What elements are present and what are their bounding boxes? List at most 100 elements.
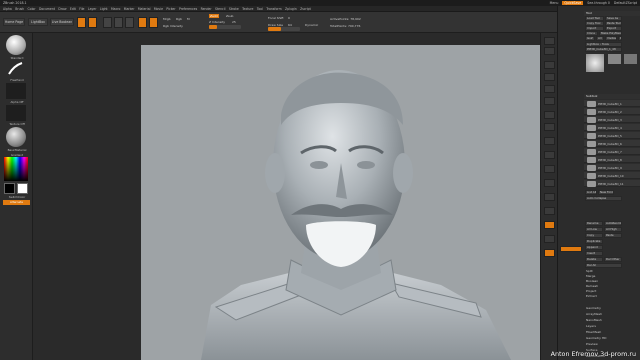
lightbox-tools-button[interactable]: Lightbox › Tools bbox=[585, 42, 622, 47]
tool-subpalette-geometry[interactable]: Geometry bbox=[584, 306, 640, 311]
insert-button[interactable]: Insert bbox=[585, 251, 603, 256]
material-icon[interactable] bbox=[6, 127, 26, 147]
tool-subpalette-arraymesh[interactable]: ArrayMesh bbox=[584, 312, 640, 317]
menu-render[interactable]: Render bbox=[201, 7, 212, 11]
frame-button[interactable] bbox=[544, 165, 555, 173]
menu-document[interactable]: Document bbox=[39, 7, 55, 11]
menu-marker[interactable]: Marker bbox=[124, 7, 135, 11]
home-page-button[interactable]: Home Page bbox=[3, 18, 25, 26]
autoreorder-button[interactable]: AutoReorder bbox=[604, 221, 622, 226]
tool-palette-title[interactable]: Tool bbox=[584, 11, 640, 16]
subtool-row[interactable]: PM3D_Cube3D_6 bbox=[584, 140, 640, 147]
quicksave-button[interactable]: QuickSave bbox=[562, 1, 584, 5]
move-mode-button[interactable] bbox=[103, 17, 112, 28]
subtool-row[interactable]: PM3D_Cube3D_2 bbox=[584, 108, 640, 115]
scale-mode-button[interactable] bbox=[114, 17, 123, 28]
subtool-row[interactable]: PM3D_Cube3D_1 bbox=[584, 100, 640, 107]
zoom-button[interactable] bbox=[544, 73, 555, 81]
load-tool-button[interactable]: Load Tool bbox=[585, 16, 604, 21]
main-color-swatch[interactable] bbox=[4, 183, 15, 194]
menu-preferences[interactable]: Preferences bbox=[179, 7, 197, 11]
menu-tool[interactable]: Tool bbox=[257, 7, 263, 11]
lightbox-button[interactable]: LightBox bbox=[28, 18, 48, 26]
document-canvas[interactable] bbox=[141, 45, 540, 360]
z-intensity-slider[interactable] bbox=[209, 25, 241, 29]
menu-light[interactable]: Light bbox=[100, 7, 108, 11]
subtool-row[interactable]: PM3D_Cube3D_7 bbox=[584, 148, 640, 155]
texture-off-icon[interactable] bbox=[6, 105, 26, 121]
goz-button[interactable]: GoZ bbox=[585, 36, 595, 41]
tool-thumbnail-cylinder[interactable] bbox=[624, 54, 637, 64]
all-high-button[interactable]: All High bbox=[604, 227, 622, 232]
tool-subpalette-nanomesh[interactable]: NanoMesh bbox=[584, 318, 640, 323]
menu-picker[interactable]: Picker bbox=[166, 7, 175, 11]
rotate-mode-button[interactable] bbox=[125, 17, 134, 28]
goz-r-button[interactable]: R bbox=[618, 36, 622, 41]
extract-menu[interactable]: Extract bbox=[584, 294, 640, 299]
append-button[interactable]: Append bbox=[585, 245, 603, 250]
del-other-button[interactable]: Del Other bbox=[604, 257, 622, 262]
layout-menu[interactable]: DefaultZScript bbox=[614, 1, 637, 5]
zsub-toggle[interactable]: Zsub bbox=[226, 14, 233, 18]
subtool-row[interactable]: PM3D_Cube3D_11 bbox=[584, 180, 640, 187]
menu-transform[interactable]: Transform bbox=[266, 7, 281, 11]
list-all-button[interactable]: List All bbox=[585, 190, 597, 195]
new-folder-button[interactable]: New Folder bbox=[598, 190, 614, 195]
subtool-row[interactable]: PM3D_Cube3D_4 bbox=[584, 124, 640, 131]
local-button[interactable] bbox=[544, 137, 555, 145]
aahalf-button[interactable] bbox=[544, 97, 555, 105]
menu-macro[interactable]: Macro bbox=[111, 7, 120, 11]
menu-layer[interactable]: Layer bbox=[88, 7, 97, 11]
rename-button[interactable]: Rename bbox=[585, 221, 603, 226]
floor-button[interactable] bbox=[544, 123, 555, 131]
clone-button[interactable]: Clone bbox=[585, 31, 598, 36]
menu-movie[interactable]: Movie bbox=[154, 7, 163, 11]
freehand-stroke-icon[interactable] bbox=[6, 61, 26, 77]
tool-thumbnail[interactable] bbox=[586, 54, 604, 72]
color-picker-icon[interactable] bbox=[4, 157, 28, 181]
copy-button[interactable]: Copy bbox=[585, 233, 603, 238]
secondary-color-swatch[interactable] bbox=[17, 183, 28, 194]
current-tool-name[interactable]: PM3D_Cube3D_1_48 bbox=[585, 47, 622, 52]
mrgb-toggle[interactable]: Mrgb bbox=[163, 17, 171, 21]
persp-button[interactable] bbox=[544, 111, 555, 119]
alternate-button[interactable]: Alternate bbox=[3, 200, 30, 205]
delete-button[interactable]: Delete bbox=[585, 257, 603, 262]
all-low-button[interactable]: All Low bbox=[585, 227, 603, 232]
polyf-button[interactable] bbox=[544, 221, 555, 229]
menu-zscript[interactable]: Zscript bbox=[300, 7, 311, 11]
sculpt-mode-icon[interactable] bbox=[149, 17, 158, 28]
solo-button[interactable] bbox=[544, 249, 555, 257]
brush-mode-icon[interactable] bbox=[138, 17, 147, 28]
tool-subpalette-geometry-hd[interactable]: Geometry HD bbox=[584, 336, 640, 341]
copy-tool-button[interactable]: Copy Tool bbox=[585, 21, 604, 26]
menu-file[interactable]: File bbox=[79, 7, 84, 11]
switch-color-label[interactable]: SwitchColor bbox=[2, 195, 32, 199]
draw-mode-button[interactable] bbox=[88, 17, 97, 28]
edit-mode-button[interactable] bbox=[77, 17, 86, 28]
left-tool-highlight[interactable] bbox=[560, 246, 582, 252]
scroll-button[interactable] bbox=[544, 61, 555, 69]
import-button[interactable]: Import bbox=[585, 26, 604, 31]
subtool-section-title[interactable]: Subtool bbox=[584, 94, 640, 99]
rotate-view-button[interactable] bbox=[544, 207, 555, 215]
rgb-toggle[interactable]: Rgb bbox=[176, 17, 182, 21]
see-through-slider[interactable]: See-through 0 bbox=[587, 1, 610, 5]
tool-subpalette-fibermesh[interactable]: FiberMesh bbox=[584, 330, 640, 335]
paste-button[interactable]: Paste bbox=[604, 233, 622, 238]
tool-thumbnail-alt[interactable] bbox=[608, 54, 621, 64]
dynamic-toggle[interactable]: Dynamic bbox=[305, 23, 318, 27]
save-as-button[interactable]: Save As bbox=[605, 16, 622, 21]
export-button[interactable]: Export bbox=[605, 26, 622, 31]
standard-brush-icon[interactable] bbox=[6, 35, 26, 55]
spix-button[interactable] bbox=[544, 47, 555, 55]
goz-visible-button[interactable]: Visible bbox=[605, 36, 617, 41]
subtool-row[interactable]: PM3D_Cube3D_9 bbox=[584, 164, 640, 171]
menu-brush[interactable]: Brush bbox=[15, 7, 24, 11]
menu-zplugin[interactable]: Zplugin bbox=[285, 7, 297, 11]
actual-button[interactable] bbox=[544, 85, 555, 93]
del-all-button[interactable]: Del All bbox=[585, 263, 622, 268]
subtool-row[interactable]: PM3D_Cube3D_8 bbox=[584, 156, 640, 163]
xyz-button[interactable] bbox=[544, 151, 555, 159]
bpr-button[interactable] bbox=[544, 37, 555, 45]
